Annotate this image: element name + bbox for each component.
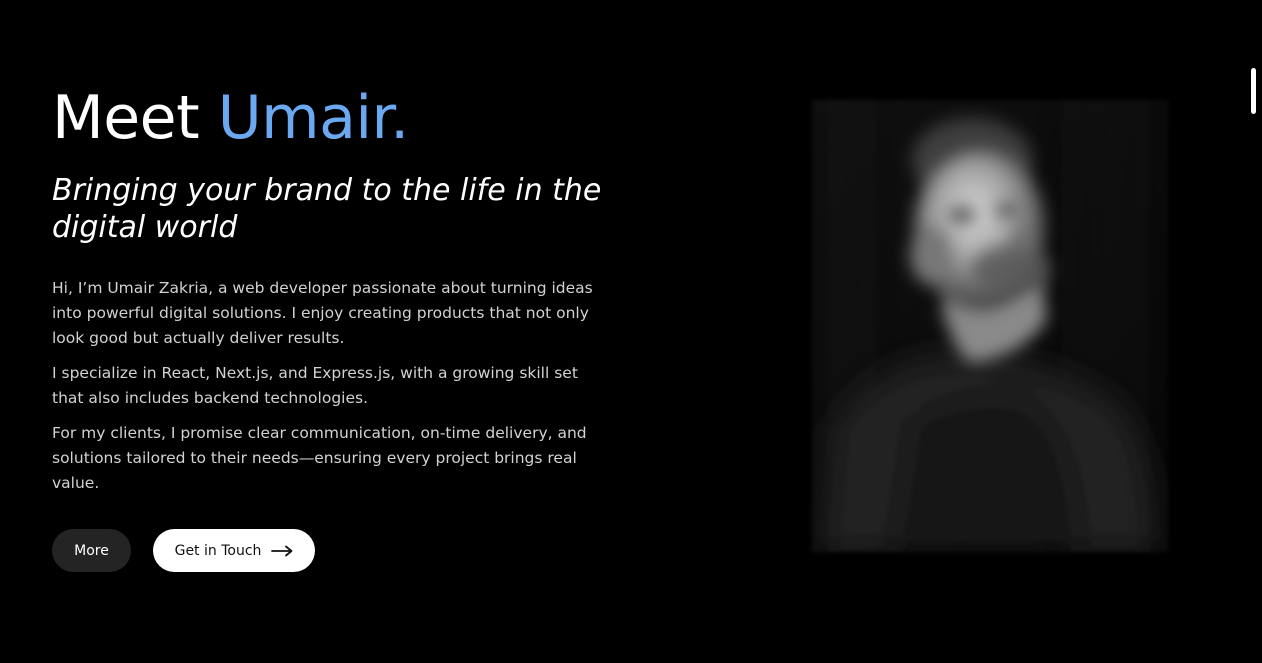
bio-paragraph-promise: For my clients, I promise clear communic… (52, 424, 587, 492)
hero-buttons: More Get in Touch (52, 529, 315, 572)
hero-title: Meet Umair. (52, 78, 632, 158)
bio-paragraph-intro: Hi, I’m Umair Zakria, a web developer pa… (52, 279, 593, 347)
more-button[interactable]: More (52, 529, 131, 572)
hero-title-name: Umair. (217, 83, 410, 153)
arrow-right-icon (271, 545, 293, 557)
hero-tagline: Bringing your brand to the life in the d… (52, 173, 602, 245)
portrait-image (812, 100, 1168, 552)
get-in-touch-button[interactable]: Get in Touch (153, 529, 315, 572)
hero-text-column: Meet Umair. Bringing your brand to the l… (52, 78, 632, 506)
scrollbar[interactable] (1251, 60, 1257, 120)
bio-paragraph-skills: I specialize in React, Next.js, and Expr… (52, 364, 578, 407)
more-button-label: More (74, 542, 109, 559)
hero-title-prefix: Meet (52, 83, 218, 153)
scrollbar-thumb[interactable] (1251, 68, 1256, 114)
bio: Hi, I’m Umair Zakria, a web developer pa… (52, 276, 612, 496)
get-in-touch-label: Get in Touch (174, 542, 262, 559)
